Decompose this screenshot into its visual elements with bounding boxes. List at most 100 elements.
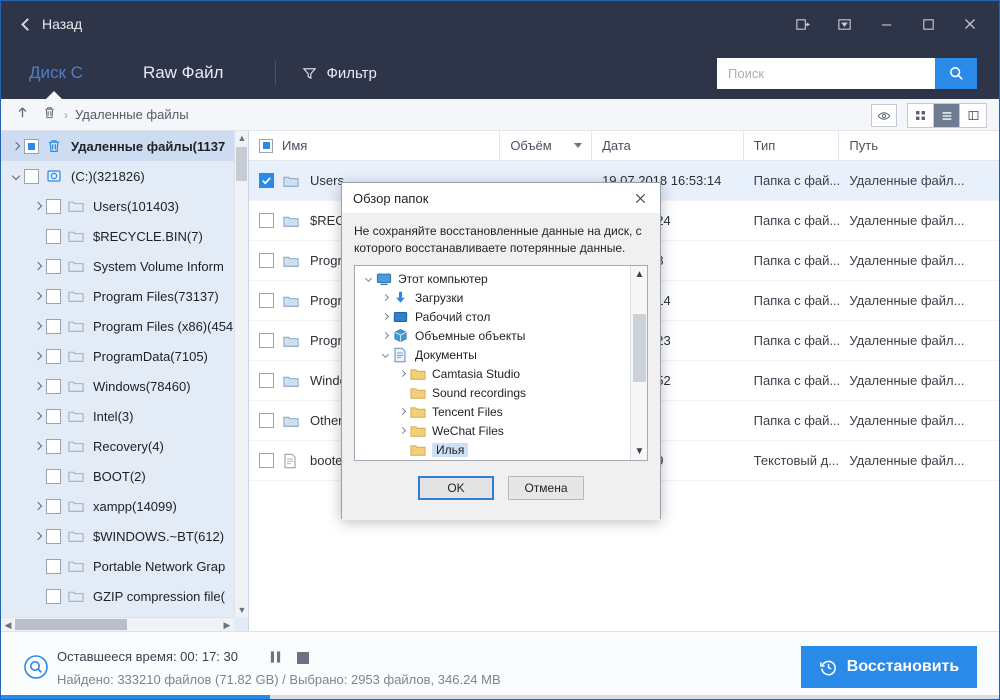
sidebar-horizontal-scrollbar[interactable]: ◀ ▶ xyxy=(1,617,234,631)
column-header-type[interactable]: Тип xyxy=(744,131,840,161)
restore-button[interactable]: Восстановить xyxy=(801,646,977,688)
sidebar-vertical-scrollbar[interactable]: ▲ ▼ xyxy=(234,131,248,617)
tree-item[interactable]: Recovery(4) xyxy=(1,431,234,461)
dialog-scroll-down-arrow-icon[interactable]: ▼ xyxy=(631,443,648,460)
row-checkbox[interactable] xyxy=(259,413,274,428)
tree-item[interactable]: Portable Network Grap xyxy=(1,551,234,581)
tree-item[interactable]: Program Files (x86)(454 xyxy=(1,311,234,341)
tree-item-checkbox[interactable] xyxy=(46,349,61,364)
dialog-tree-expand-arrow-icon[interactable] xyxy=(394,371,410,376)
filter-button[interactable]: Фильтр xyxy=(302,65,376,82)
scroll-down-arrow-icon[interactable]: ▼ xyxy=(235,603,249,617)
trash-icon[interactable] xyxy=(42,105,57,125)
maximize-icon[interactable] xyxy=(907,1,949,47)
dialog-ok-button[interactable]: OK xyxy=(418,476,494,500)
scroll-right-arrow-icon[interactable]: ▶ xyxy=(220,618,234,631)
row-checkbox[interactable] xyxy=(259,253,274,268)
dialog-tree-item[interactable]: Рабочий стол xyxy=(358,307,629,326)
tree-item[interactable]: ProgramData(7105) xyxy=(1,341,234,371)
tree-expand-arrow-icon[interactable] xyxy=(29,263,46,269)
scroll-up-arrow-icon[interactable]: ▲ xyxy=(235,131,249,145)
dialog-tree-item[interactable]: Camtasia Studio xyxy=(358,364,629,383)
dialog-scroll-up-arrow-icon[interactable]: ▲ xyxy=(631,266,648,283)
dialog-scroll-thumb[interactable] xyxy=(633,314,646,382)
tree-item-checkbox[interactable] xyxy=(46,319,61,334)
tree-expand-arrow-icon[interactable] xyxy=(29,293,46,299)
column-header-name[interactable]: Имя xyxy=(249,131,500,161)
tree-item-checkbox[interactable] xyxy=(46,259,61,274)
tree-item-checkbox[interactable] xyxy=(46,409,61,424)
tree-item[interactable]: GZIP compression file( xyxy=(1,581,234,611)
tree-expand-arrow-icon[interactable] xyxy=(29,353,46,359)
tree-item[interactable]: Удаленные файлы(1137 xyxy=(1,131,234,161)
tree-item[interactable]: $RECYCLE.BIN(7) xyxy=(1,221,234,251)
dialog-folder-tree[interactable]: Этот компьютерЗагрузкиРабочий столОбъемн… xyxy=(358,269,629,457)
row-checkbox[interactable] xyxy=(259,213,274,228)
search-input[interactable] xyxy=(717,58,935,89)
sidebar-scroll-thumb[interactable] xyxy=(236,147,247,181)
pause-button[interactable] xyxy=(269,650,282,669)
row-checkbox[interactable] xyxy=(259,333,274,348)
dialog-vertical-scrollbar[interactable]: ▲ ▼ xyxy=(630,266,647,460)
select-all-checkbox[interactable] xyxy=(259,139,273,153)
tree-item-checkbox[interactable] xyxy=(46,589,61,604)
tree-expand-arrow-icon[interactable] xyxy=(29,533,46,539)
tab-raw-file[interactable]: Raw Файл xyxy=(137,63,230,83)
back-button[interactable]: Назад xyxy=(23,16,82,32)
row-checkbox[interactable] xyxy=(259,293,274,308)
tree-item-checkbox[interactable] xyxy=(46,229,61,244)
tab-disk-c[interactable]: Диск С xyxy=(23,63,89,83)
tree-item[interactable]: (C:)(321826) xyxy=(1,161,234,191)
dialog-tree-expand-arrow-icon[interactable] xyxy=(377,295,393,300)
dialog-cancel-button[interactable]: Отмена xyxy=(508,476,584,500)
dialog-tree-item[interactable]: Объемные объекты xyxy=(358,326,629,345)
tree-item-checkbox[interactable] xyxy=(24,169,39,184)
dialog-tree-item[interactable]: Tencent Files xyxy=(358,402,629,421)
tree-item-checkbox[interactable] xyxy=(46,529,61,544)
folder-tree[interactable]: Удаленные файлы(1137(C:)(321826)Users(10… xyxy=(1,131,234,617)
dialog-tree-item[interactable]: Загрузки xyxy=(358,288,629,307)
list-view-toggle[interactable] xyxy=(934,104,960,127)
tree-item[interactable]: Program Files(73137) xyxy=(1,281,234,311)
dialog-tree-expand-arrow-icon[interactable] xyxy=(360,276,376,281)
tree-expand-arrow-icon[interactable] xyxy=(7,143,24,149)
tree-item[interactable]: $WINDOWS.~BT(612) xyxy=(1,521,234,551)
search-button[interactable] xyxy=(935,58,977,89)
dialog-tree-expand-arrow-icon[interactable] xyxy=(377,333,393,338)
dialog-tree-item[interactable]: WeChat Files xyxy=(358,421,629,440)
tree-item-checkbox[interactable] xyxy=(46,199,61,214)
column-header-size[interactable]: Объём xyxy=(500,131,592,161)
dialog-tree-item[interactable]: Sound recordings xyxy=(358,383,629,402)
tree-item[interactable]: Windows(78460) xyxy=(1,371,234,401)
tree-expand-arrow-icon[interactable] xyxy=(29,503,46,509)
tree-item[interactable]: System Volume Inform xyxy=(1,251,234,281)
tree-expand-arrow-icon[interactable] xyxy=(29,443,46,449)
tree-expand-arrow-icon[interactable] xyxy=(29,203,46,209)
tree-item-checkbox[interactable] xyxy=(46,499,61,514)
grid-view-toggle[interactable] xyxy=(908,104,934,127)
stop-button[interactable] xyxy=(297,651,309,669)
dialog-tree-item[interactable]: Илья xyxy=(358,440,629,457)
tree-item-checkbox[interactable] xyxy=(46,439,61,454)
tree-item-checkbox[interactable] xyxy=(46,379,61,394)
dialog-tree-expand-arrow-icon[interactable] xyxy=(377,314,393,319)
minimize-icon[interactable] xyxy=(865,1,907,47)
breadcrumb-root[interactable]: Удаленные файлы xyxy=(75,107,189,122)
column-header-date[interactable]: Дата xyxy=(592,131,744,161)
detail-view-toggle[interactable] xyxy=(960,104,986,127)
dialog-tree-expand-arrow-icon[interactable] xyxy=(394,409,410,414)
minimize-to-tray-icon[interactable] xyxy=(823,1,865,47)
sidebar-hscroll-thumb[interactable] xyxy=(15,619,127,630)
dialog-tree-item[interactable]: Этот компьютер xyxy=(358,269,629,288)
tree-item[interactable]: Users(101403) xyxy=(1,191,234,221)
row-checkbox[interactable] xyxy=(259,373,274,388)
dialog-tree-expand-arrow-icon[interactable] xyxy=(377,352,393,357)
tree-item[interactable]: xampp(14099) xyxy=(1,491,234,521)
scroll-left-arrow-icon[interactable]: ◀ xyxy=(1,618,15,631)
dialog-close-icon[interactable] xyxy=(620,183,660,214)
tree-expand-arrow-icon[interactable] xyxy=(29,383,46,389)
preview-toggle[interactable] xyxy=(871,104,897,127)
tree-item-checkbox[interactable] xyxy=(46,469,61,484)
tree-item[interactable]: BOOT(2) xyxy=(1,461,234,491)
dialog-tree-expand-arrow-icon[interactable] xyxy=(394,428,410,433)
